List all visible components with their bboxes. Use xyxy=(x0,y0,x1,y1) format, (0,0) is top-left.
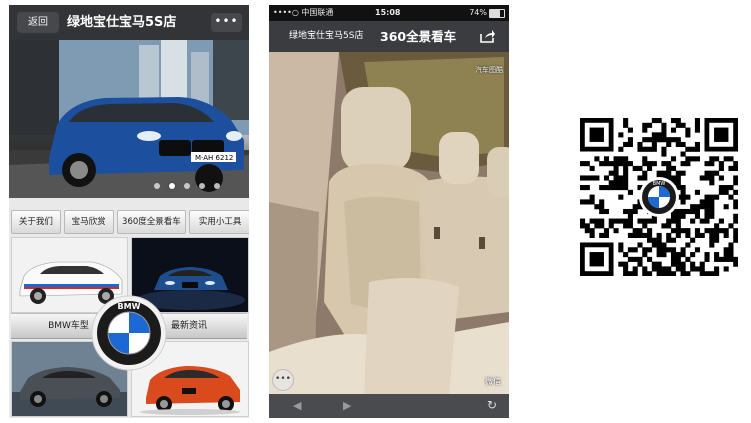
brand-watermark: 汽车图酷 xyxy=(475,66,503,74)
license-plate-text: M·AH 6212 xyxy=(195,154,233,162)
panorama-viewer[interactable] xyxy=(269,52,509,394)
page-title: 绿地宝仕宝马5S店 xyxy=(67,15,177,30)
nav-tools[interactable]: 实用小工具 xyxy=(189,210,249,234)
back-arrow-icon[interactable]: ◀ xyxy=(293,399,301,412)
battery-text: 74% xyxy=(469,8,487,17)
forward-arrow-icon[interactable]: ▶ xyxy=(343,399,351,412)
nav-bmw-gallery[interactable]: 宝马欣赏 xyxy=(63,210,114,234)
clock-text: 15:08 xyxy=(375,8,401,17)
carrier-text: ••••○ 中国联通 xyxy=(273,8,334,17)
qr-logo-text: BMW xyxy=(653,181,666,187)
back-button[interactable]: 返回 xyxy=(17,12,59,33)
top-bar: 绿地宝仕宝马5S店 360全景看车 xyxy=(269,21,509,52)
car-interior-image xyxy=(269,52,509,394)
bmw-logo-icon[interactable]: BMW xyxy=(91,295,167,371)
hero-car-image: M·AH 6212 xyxy=(9,40,249,198)
nav-360-view[interactable]: 360度全景看车 xyxy=(116,210,187,234)
refresh-icon[interactable]: ↻ xyxy=(487,398,497,412)
qr-code: BMW xyxy=(580,118,739,277)
phone-screen-360: ••••○ 中国联通 15:08 74% 绿地宝仕宝马5S店 360全景看车 汽… xyxy=(269,5,509,418)
more-menu-button[interactable]: ••• xyxy=(211,13,242,32)
nav-about-us[interactable]: 关于我们 xyxy=(11,210,61,234)
bmw-logo-text: BMW xyxy=(118,302,141,311)
share-icon[interactable] xyxy=(480,29,496,43)
battery-icon xyxy=(489,9,505,18)
section-nav: 关于我们 宝马欣赏 360度全景看车 实用小工具 xyxy=(9,210,249,234)
carousel-dot[interactable] xyxy=(184,183,190,189)
carousel-dot-active[interactable] xyxy=(169,183,175,189)
qr-code-image: BMW xyxy=(580,118,739,277)
carousel-dot[interactable] xyxy=(214,183,220,189)
phone-screen-home: 返回 绿地宝仕宝马5S店 ••• M·AH 6212 关于我们 宝马欣赏 360… xyxy=(9,5,249,418)
status-bar: ••••○ 中国联通 15:08 74% xyxy=(269,5,509,21)
top-bar: 返回 绿地宝仕宝马5S店 ••• xyxy=(9,5,249,40)
viewer-menu-button[interactable]: ••• xyxy=(272,369,294,391)
browser-toolbar: ◀ ▶ ↻ xyxy=(269,394,509,418)
page-title: 360全景看车 xyxy=(380,29,457,44)
carousel-dot[interactable] xyxy=(154,183,160,189)
shop-name: 绿地宝仕宝马5S店 xyxy=(289,31,364,41)
carousel-dot[interactable] xyxy=(199,183,205,189)
share-label[interactable]: 微信 xyxy=(485,376,501,387)
carousel-dots xyxy=(154,183,220,189)
hero-carousel[interactable]: M·AH 6212 xyxy=(9,40,249,198)
